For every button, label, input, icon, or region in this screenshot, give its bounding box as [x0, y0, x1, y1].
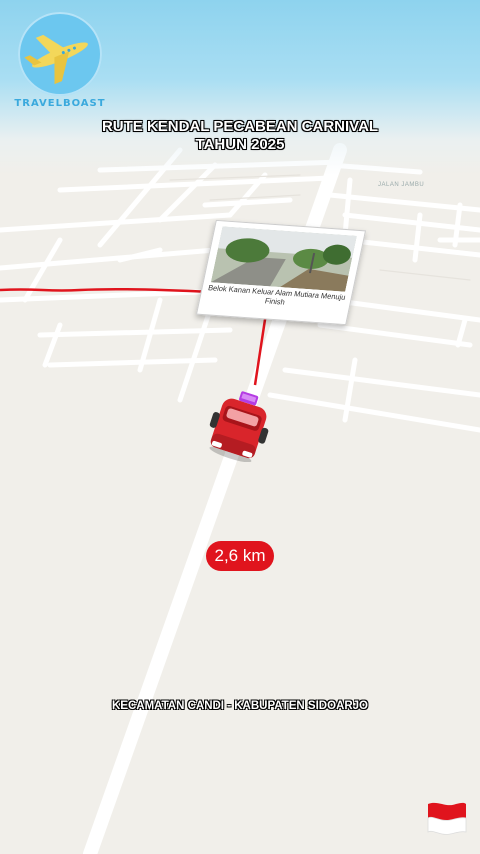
title-line-2: TAHUN 2025 — [195, 136, 285, 153]
indonesia-flag-icon — [427, 802, 467, 835]
car-icon — [209, 391, 269, 462]
street-photo — [210, 226, 357, 292]
airplane-icon — [24, 34, 88, 85]
travelboast-logo: TRAVELBOAST — [14, 10, 106, 110]
route-title: RUTE KENDAL PECABEAN CARNIVAL TAHUN 2025 — [0, 118, 480, 154]
location-label: KECAMATAN CANDI - KABUPATEN SIDOARJO — [112, 700, 368, 712]
logo-text: TRAVELBOAST — [14, 98, 106, 109]
distance-badge: 2,6 km — [206, 541, 274, 571]
title-line-1: RUTE KENDAL PECABEAN CARNIVAL — [101, 118, 379, 135]
photo-card[interactable]: Belok Kanan Keluar Alam Mutiara Menuju F… — [195, 219, 367, 326]
street-label: JALAN JAMBU — [378, 182, 425, 188]
